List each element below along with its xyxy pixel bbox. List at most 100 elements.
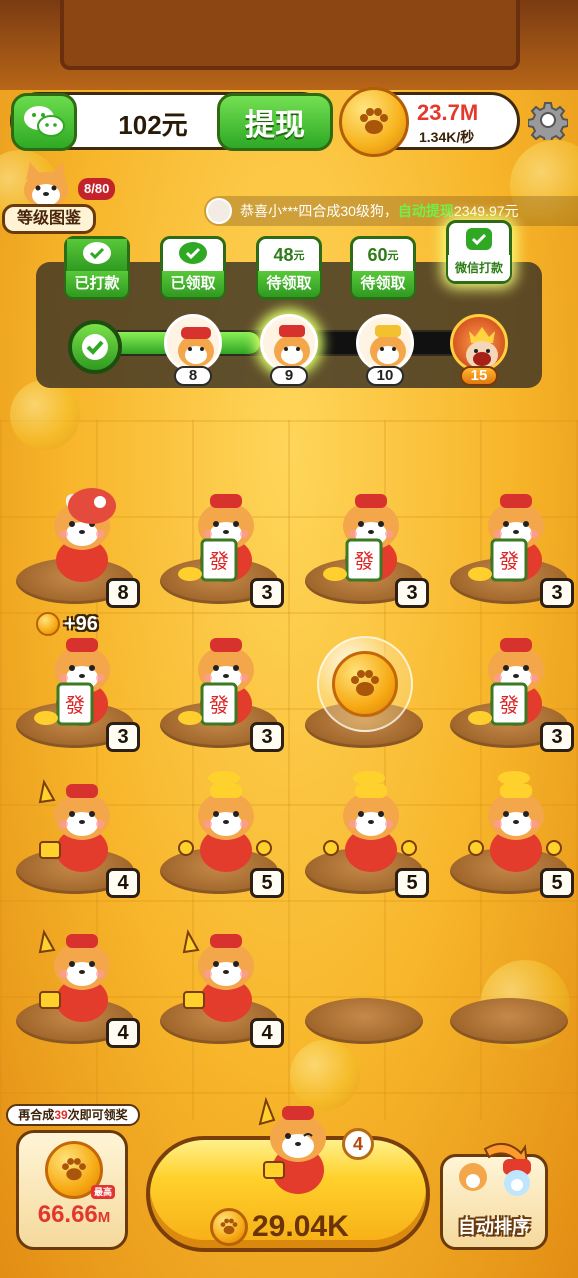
grid-slot[interactable]: 5 [303,760,433,900]
level-number: 10 [366,366,404,386]
check-icon [68,320,122,374]
wechat-icon [163,239,223,271]
auto-sort-button[interactable]: 自动排序 [440,1142,548,1250]
coin-bubble[interactable] [317,636,413,732]
chest-value-unit: M [97,1209,111,1226]
reward-amount-unit: 元 [387,250,399,262]
shiba-dog-icon [24,162,68,208]
reward-milestone-4[interactable]: 60 元 待领取 [350,236,416,300]
grid-slot[interactable] [303,910,433,1050]
ticker-highlight: 自动提现 [397,203,454,219]
shiba-dog-icon: 發 [468,638,544,726]
coin-rate: 1.34K/秒 [419,129,475,145]
shiba-dog-icon: 發 [178,638,254,726]
grid-slot[interactable]: 發3 [448,614,578,754]
grid-slot[interactable]: 發3 [158,470,288,610]
reward-status: 待领取 [352,271,414,297]
level-node-9 [260,314,318,372]
buy-price: 29.04K [210,1208,349,1246]
reward-chest-button[interactable]: 最高 66.66M [16,1130,128,1250]
auto-sort-label: 自动排序 [458,1217,530,1237]
grid-slot[interactable]: 發3 [14,614,144,754]
shiba-dog-icon [468,771,562,872]
paw-coin-icon [210,1208,248,1246]
grid-slot[interactable] [448,910,578,1050]
shiba-dog-icon: 發 [468,494,544,582]
grid-slot[interactable]: 5 [158,760,288,900]
shiba-dog-icon: 發 [178,494,254,582]
paw-coin-icon [339,87,409,157]
dog-level-badge: 3 [540,578,574,608]
grid-slot[interactable]: 5 [448,760,578,900]
svg-text:發: 發 [209,693,229,717]
chest-value-number: 66.66 [37,1201,98,1228]
level-node-8 [164,314,222,372]
svg-text:發: 發 [499,549,519,573]
grid-slot[interactable]: 8 [14,470,144,610]
reward-milestone-2[interactable]: 已领取 [160,236,226,300]
dog-level-badge: 3 [540,722,574,752]
dog-level-badge: 5 [250,868,284,898]
shiba-dog-icon [258,1096,326,1194]
max-tag: 最高 [91,1185,116,1199]
dog-level-badge: 4 [106,868,140,898]
dog-level-badge: 3 [250,722,284,752]
reward-milestone-1[interactable]: 已打款 [64,236,130,300]
wallet-panel: 102元 提现 [10,92,333,151]
svg-text:發: 發 [209,549,229,573]
wechat-icon [67,239,127,271]
reward-amount-unit: 元 [293,250,305,262]
hint-count: 39 [54,1108,68,1122]
encyclopedia-label: 等级图鉴 [2,204,96,234]
reward-status: 已打款 [66,271,128,297]
level-encyclopedia-button[interactable]: 8/80 等级图鉴 [2,160,116,238]
dog-level-badge: 3 [250,578,284,608]
slot-base [305,998,423,1044]
reward-status: 微信打款 [448,255,510,281]
grid-slot[interactable]: 發3 [303,470,433,610]
dog-level-badge: 4 [250,1018,284,1048]
chest-value: 66.66M [21,1201,127,1229]
buy-dog-button[interactable]: 4 29.04K [146,1096,430,1252]
top-bar: 102元 提现 23.7M 1.34K/秒 [10,87,570,157]
dog-level-badge: 4 [106,1018,140,1048]
wechat-icon [449,223,509,255]
grid-slot[interactable]: 4 [14,760,144,900]
reward-milestone-3[interactable]: 48 元 待领取 [256,236,322,300]
buy-price-value: 29.04K [252,1210,349,1243]
reward-amount-value: 48 [273,244,294,265]
shiba-dog-icon: 發 [34,638,110,726]
merge-reward-hint: 再合成39次即可领奖 [6,1104,140,1126]
dog-level-badge: 8 [106,578,140,608]
grid-slot[interactable]: 發3 [158,614,288,754]
shiba-dog-icon [38,929,110,1022]
dog-level-badge: 3 [106,722,140,752]
reward-milestone-5[interactable]: 微信打款 [446,220,512,284]
hint-suffix: 次即可领奖 [67,1108,128,1122]
shiba-dog-icon [38,779,110,872]
announcement-ticker: 恭喜小***四合成30级狗， 自动提现 2349.97元 [204,196,578,226]
withdraw-button[interactable]: 提现 [217,93,333,151]
hint-prefix: 再合成 [18,1108,55,1122]
grid-slot[interactable]: 4 [14,910,144,1050]
reward-status: 待领取 [258,271,320,297]
wechat-button[interactable] [11,93,77,151]
coin-balance-panel: 23.7M 1.34K/秒 [339,87,520,157]
reward-amount: 60 元 [353,239,413,271]
level-number: 15 [460,366,498,386]
grid-slot[interactable]: 4 [158,910,288,1050]
buy-count-badge: 4 [342,1128,374,1160]
level-node-10 [356,314,414,372]
grid-slot[interactable]: 發3 [448,470,578,610]
ticker-text: 恭喜小***四合成30级狗， [240,203,398,219]
dog-level-badge: 5 [395,868,429,898]
paw-coin-icon [332,651,398,717]
gear-icon [528,102,568,140]
lion-dance-icon [54,488,116,582]
grid-slot[interactable] [303,614,433,754]
ticker-amount: 2349.97元 [453,203,519,219]
shiba-dog-icon [178,771,272,872]
level-number: 9 [270,366,308,386]
svg-text:發: 發 [354,549,374,573]
settings-button[interactable] [526,98,570,142]
